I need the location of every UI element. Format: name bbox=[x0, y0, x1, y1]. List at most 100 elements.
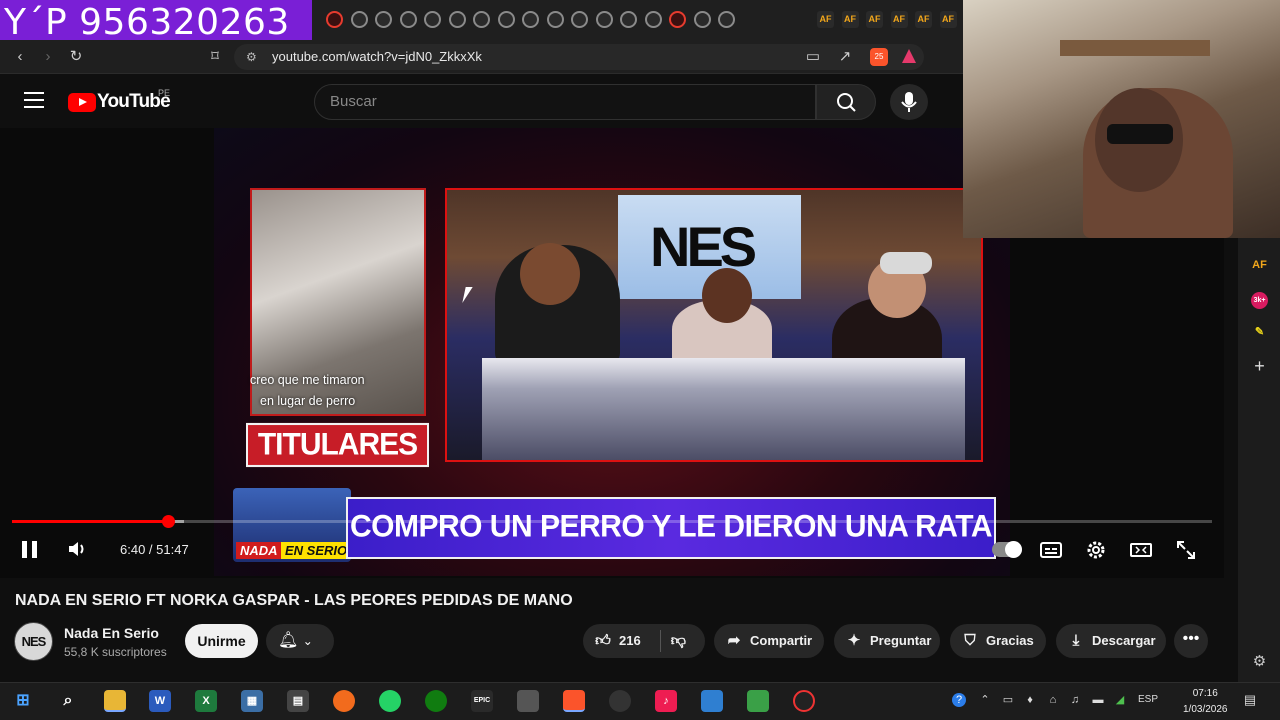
tab-af-icon[interactable]: AF bbox=[817, 11, 834, 28]
notification-center-icon[interactable]: ▤ bbox=[1243, 693, 1257, 707]
usb-tray-icon[interactable]: ⌂ bbox=[1046, 693, 1060, 707]
file-explorer-icon[interactable] bbox=[104, 690, 126, 712]
tab-favicon-icon[interactable] bbox=[473, 11, 490, 28]
site-info-icon[interactable]: ⚙ bbox=[246, 50, 257, 64]
bookmark-icon[interactable]: ⌑ bbox=[205, 47, 225, 67]
forward-button[interactable]: › bbox=[38, 47, 58, 67]
chevron-up-icon[interactable]: ⌃ bbox=[978, 693, 992, 707]
excel-icon[interactable]: X bbox=[195, 690, 217, 712]
epic-games-icon[interactable]: EPIC bbox=[471, 690, 493, 712]
like-icon[interactable]: 👍︎ bbox=[593, 624, 613, 658]
tab-favicon-icon[interactable] bbox=[326, 11, 343, 28]
search-icon bbox=[837, 93, 856, 112]
start-button-icon[interactable]: ⊞ bbox=[12, 690, 34, 712]
word-icon[interactable]: W bbox=[149, 690, 171, 712]
brave-browser-icon[interactable] bbox=[563, 690, 585, 712]
speaker-tray-icon[interactable]: ♫ bbox=[1068, 693, 1082, 707]
share-button[interactable]: ➦ Compartir bbox=[714, 624, 824, 658]
more-actions-button[interactable]: ••• bbox=[1174, 624, 1208, 658]
tab-favicon-icon[interactable] bbox=[375, 11, 392, 28]
tiktok-icon[interactable]: ♪ bbox=[655, 690, 677, 712]
brave-rewards-icon[interactable] bbox=[902, 49, 916, 63]
search-placeholder[interactable]: Buscar bbox=[330, 93, 377, 110]
thanks-icon: ⛉ bbox=[964, 632, 976, 649]
whatsapp-icon[interactable] bbox=[379, 690, 401, 712]
tab-favicon-icon[interactable] bbox=[620, 11, 637, 28]
tab-favicon-icon[interactable] bbox=[644, 11, 662, 28]
help-tray-icon[interactable]: ? bbox=[952, 693, 966, 707]
like-count[interactable]: 216 bbox=[619, 633, 641, 648]
tab-af-icon[interactable]: AF bbox=[841, 11, 859, 28]
volume-button[interactable] bbox=[66, 538, 88, 560]
tab-favicon-icon[interactable] bbox=[448, 11, 466, 28]
menu-icon[interactable] bbox=[24, 92, 44, 108]
channel-avatar[interactable]: NES bbox=[14, 622, 53, 661]
tab-favicon-icon[interactable] bbox=[718, 11, 735, 28]
youtube-logo-icon[interactable] bbox=[68, 93, 96, 112]
autoplay-toggle[interactable] bbox=[992, 541, 1022, 558]
tab-favicon-icon[interactable] bbox=[693, 11, 711, 28]
app-green-icon[interactable] bbox=[747, 690, 769, 712]
back-button[interactable]: ‹ bbox=[10, 47, 30, 67]
reload-button[interactable]: ↻ bbox=[66, 47, 86, 67]
rail-add-icon[interactable]: + bbox=[1251, 357, 1268, 375]
pause-button[interactable] bbox=[22, 541, 38, 558]
wifi-tray-icon[interactable]: ◢ bbox=[1113, 693, 1127, 707]
app-red-icon[interactable] bbox=[793, 690, 815, 712]
tab-favicon-icon[interactable] bbox=[522, 11, 539, 28]
share-icon[interactable]: ↗ bbox=[835, 47, 855, 67]
progress-bar[interactable] bbox=[12, 520, 1212, 523]
subtitles-button[interactable] bbox=[1038, 538, 1064, 562]
tab-favicon-icon[interactable] bbox=[424, 11, 441, 28]
thanks-button[interactable]: ⛉ Gracias bbox=[950, 624, 1046, 658]
battery-tray-icon[interactable]: ▬ bbox=[1091, 693, 1105, 707]
tab-favicon-icon[interactable] bbox=[669, 11, 686, 28]
tab-favicon-icon[interactable] bbox=[399, 11, 417, 28]
ask-button[interactable]: ✦ Preguntar bbox=[834, 624, 940, 658]
tab-af-icon[interactable]: AF bbox=[915, 11, 932, 28]
dislike-icon[interactable]: 👎︎ bbox=[668, 624, 688, 658]
tab-favicon-icon[interactable] bbox=[497, 11, 515, 28]
taskbar-search-icon[interactable]: ⌕ bbox=[57, 690, 79, 712]
app-blue-icon[interactable] bbox=[701, 690, 723, 712]
download-icon: ⤓ bbox=[1072, 632, 1080, 649]
mic-tray-icon[interactable]: ♦ bbox=[1023, 693, 1037, 707]
tab-af-icon[interactable]: AF bbox=[866, 11, 883, 28]
brave-shields-icon[interactable]: 25 bbox=[870, 48, 888, 66]
headline-text: COMPRO UN PERRO Y LE DIERON UNA RATA bbox=[349, 509, 993, 544]
tab-af-icon[interactable]: AF bbox=[890, 11, 908, 28]
app-circle-icon[interactable] bbox=[609, 690, 631, 712]
rail-badge-icon[interactable]: 3k+ bbox=[1251, 292, 1268, 309]
xbox-icon[interactable] bbox=[425, 690, 447, 712]
language-indicator[interactable]: ESP bbox=[1138, 694, 1158, 705]
join-button[interactable]: Unirme bbox=[185, 624, 258, 658]
gear-icon bbox=[1087, 541, 1105, 559]
rail-af-icon[interactable]: AF bbox=[1251, 257, 1268, 274]
settings-button[interactable] bbox=[1083, 538, 1109, 562]
tab-favicon-icon[interactable] bbox=[350, 11, 368, 28]
clock[interactable]: 07:16 1/03/2026 bbox=[1183, 686, 1228, 718]
tab-favicon-icon[interactable] bbox=[546, 11, 564, 28]
tab-favicon-icon[interactable] bbox=[571, 11, 588, 28]
calculator-icon[interactable]: ▦ bbox=[241, 690, 263, 712]
fullscreen-button[interactable] bbox=[1173, 538, 1199, 562]
theater-mode-button[interactable] bbox=[1128, 538, 1154, 562]
download-button[interactable]: ⤓ Descargar bbox=[1056, 624, 1166, 658]
progress-scrubber[interactable] bbox=[162, 515, 175, 528]
game-pad-icon[interactable] bbox=[517, 690, 539, 712]
app-orange-icon[interactable] bbox=[333, 690, 355, 712]
channel-name[interactable]: Nada En Serio bbox=[64, 625, 159, 641]
tab-af-icon[interactable]: AF bbox=[939, 11, 957, 28]
search-input[interactable] bbox=[314, 84, 816, 120]
search-button[interactable] bbox=[816, 84, 876, 120]
voice-search-button[interactable] bbox=[890, 84, 928, 120]
host-right-bandana bbox=[880, 252, 932, 274]
reader-mode-icon[interactable]: ▭ bbox=[803, 47, 823, 67]
display-tray-icon[interactable]: ▭ bbox=[1001, 693, 1015, 707]
rail-pencil-icon[interactable]: ✎ bbox=[1251, 324, 1268, 341]
url-text[interactable]: youtube.com/watch?v=jdN0_ZkkxXk bbox=[272, 49, 482, 64]
calendar-icon[interactable]: ▤ bbox=[287, 690, 309, 712]
tab-favicon-icon[interactable] bbox=[595, 11, 613, 28]
notifications-button[interactable]: 🔔︎ ⌄ bbox=[266, 624, 334, 658]
rail-settings-icon[interactable]: ⚙ bbox=[1251, 653, 1268, 670]
